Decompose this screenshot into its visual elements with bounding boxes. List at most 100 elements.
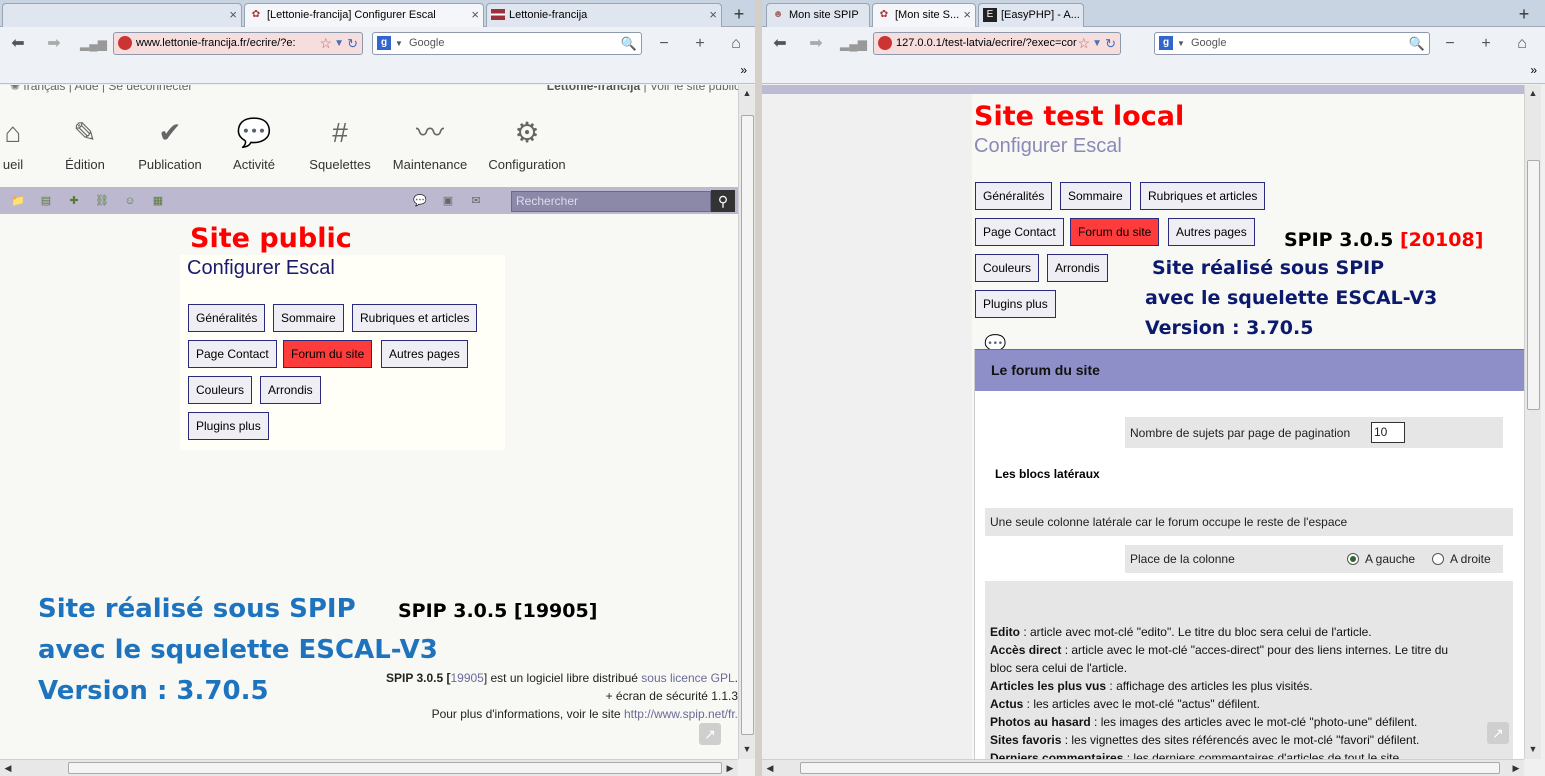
button-couleurs[interactable]: Couleurs [975, 254, 1040, 282]
gpl-link[interactable]: sous licence GPL [641, 671, 734, 685]
right-horizontal-scrollbar[interactable]: ◀ ▶ [762, 759, 1524, 776]
tab-easyphp[interactable]: E [EasyPHP] - A... [978, 3, 1084, 27]
scroll-down-icon[interactable]: ▼ [739, 741, 755, 757]
menu-activite[interactable]: 💬 Activité [224, 115, 284, 172]
scrollbar-thumb[interactable] [741, 115, 754, 735]
radio-checked-icon[interactable] [1347, 553, 1359, 565]
close-tab-icon[interactable]: × [709, 4, 717, 26]
minus-zoom-icon[interactable]: − [652, 33, 676, 55]
radio-right[interactable]: A droite [1432, 552, 1491, 566]
right-vertical-scrollbar[interactable]: ▲ ▼ [1524, 85, 1541, 759]
forum-icon[interactable]: 💬 [412, 193, 428, 209]
tab-blank[interactable]: × [2, 3, 242, 27]
search-icon[interactable]: 🔍 [621, 33, 637, 54]
engine-dropdown-icon[interactable]: ▼ [395, 33, 403, 54]
button-couleurs[interactable]: Couleurs [188, 376, 253, 404]
button-arrondis[interactable]: Arrondis [1047, 254, 1108, 282]
google-icon[interactable]: g [377, 36, 391, 50]
new-site-icon[interactable]: ▦ [150, 193, 166, 209]
share-icon[interactable]: ↗ [1487, 722, 1509, 744]
forward-arrow-icon[interactable]: ➡ [42, 33, 66, 55]
button-generalites[interactable]: Généralités [188, 304, 266, 332]
dropdown-arrow-icon[interactable]: ▼ [334, 33, 344, 54]
button-autres-pages[interactable]: Autres pages [1168, 218, 1255, 246]
calendar-icon[interactable]: ▣ [440, 193, 456, 209]
tab-mon-site-s[interactable]: ✿ [Mon site S... × [872, 3, 976, 28]
scroll-up-icon[interactable]: ▲ [739, 85, 755, 101]
close-tab-icon[interactable]: × [229, 4, 237, 26]
close-tab-icon[interactable]: × [963, 4, 971, 26]
chevron-more-icon[interactable]: » [740, 63, 747, 77]
bookmark-star-icon[interactable]: ☆ [1077, 33, 1090, 54]
menu-configuration[interactable]: ⚙ Configuration [482, 115, 572, 172]
button-sommaire[interactable]: Sommaire [273, 304, 344, 332]
menu-squelettes[interactable]: # Squelettes [302, 115, 378, 172]
scrollbar-thumb[interactable] [800, 762, 1500, 774]
site-identity-icon[interactable] [118, 36, 132, 50]
plus-zoom-icon[interactable]: + [1474, 33, 1498, 55]
forward-arrow-icon[interactable]: ➡ [804, 33, 828, 55]
button-generalites[interactable]: Généralités [975, 182, 1053, 210]
menu-maintenance[interactable]: 〰 Maintenance [386, 115, 474, 172]
button-rubriques-articles[interactable]: Rubriques et articles [1140, 182, 1266, 210]
tab-mon-site-spip[interactable]: ☻ Mon site SPIP [766, 3, 870, 27]
google-icon[interactable]: g [1159, 36, 1173, 50]
button-forum-du-site[interactable]: Forum du site [283, 340, 373, 368]
scrollbar-thumb[interactable] [68, 762, 722, 774]
close-tab-icon[interactable]: × [471, 4, 479, 26]
search-engine-box[interactable]: g ▼ Google 🔍 [372, 32, 642, 55]
pagination-input[interactable]: 10 [1371, 422, 1405, 443]
mail-icon[interactable]: ✉ [468, 193, 484, 209]
tab-lettonie-francija[interactable]: Lettonie-francija × [486, 3, 722, 27]
button-arrondis[interactable]: Arrondis [260, 376, 321, 404]
button-page-contact[interactable]: Page Contact [975, 218, 1064, 246]
share-icon[interactable]: ↗ [699, 723, 721, 745]
url-bar[interactable]: 127.0.0.1/test-latvia/ecrire/?exec=cor ☆… [873, 32, 1121, 55]
new-tab-button[interactable]: + [1510, 3, 1538, 25]
minus-zoom-icon[interactable]: − [1438, 33, 1462, 55]
vertical-scrollbar[interactable]: ▲ ▼ [738, 85, 755, 759]
scroll-right-icon[interactable]: ▶ [1508, 760, 1524, 776]
new-link-icon[interactable]: ⛓ [94, 193, 110, 209]
scroll-right-icon[interactable]: ▶ [722, 760, 738, 776]
tab-configurer-escal[interactable]: ✿ [Lettonie-francija] Configurer Escal × [244, 3, 484, 28]
new-breve-icon[interactable]: ✚ [66, 193, 82, 209]
home-icon[interactable]: ⌂ [1510, 33, 1534, 55]
new-tab-button[interactable]: + [725, 3, 753, 25]
button-plugins-plus[interactable]: Plugins plus [975, 290, 1056, 318]
new-rubrique-icon[interactable]: 📁 [10, 193, 26, 209]
engine-dropdown-icon[interactable]: ▼ [1177, 33, 1185, 54]
scroll-down-icon[interactable]: ▼ [1525, 741, 1541, 757]
back-arrow-icon[interactable]: ⬅ [6, 33, 30, 55]
reload-icon[interactable]: ↻ [347, 33, 358, 54]
radio-left[interactable]: A gauche [1347, 552, 1415, 566]
scrollbar-thumb[interactable] [1527, 160, 1540, 410]
home-icon[interactable]: ⌂ [724, 33, 748, 55]
button-rubriques-articles[interactable]: Rubriques et articles [352, 304, 478, 332]
search-icon[interactable]: 🔍 [1409, 33, 1425, 54]
spip-search-input[interactable]: Rechercher [511, 191, 711, 212]
button-autres-pages[interactable]: Autres pages [381, 340, 468, 368]
button-forum-du-site[interactable]: Forum du site [1070, 218, 1160, 246]
build-link[interactable]: 19905 [450, 671, 483, 685]
bookmark-star-icon[interactable]: ☆ [319, 33, 332, 54]
scroll-up-icon[interactable]: ▲ [1525, 85, 1541, 101]
button-page-contact[interactable]: Page Contact [188, 340, 277, 368]
site-identity-icon[interactable] [878, 36, 892, 50]
new-author-icon[interactable]: ☺ [122, 193, 138, 209]
reload-icon[interactable]: ↻ [1105, 33, 1116, 54]
button-sommaire[interactable]: Sommaire [1060, 182, 1131, 210]
back-arrow-icon[interactable]: ⬅ [768, 33, 792, 55]
url-bar[interactable]: www.lettonie-francija.fr/ecrire/?e: ☆ ▼ … [113, 32, 363, 55]
dropdown-arrow-icon[interactable]: ▼ [1092, 33, 1102, 54]
scroll-left-icon[interactable]: ◀ [0, 760, 16, 776]
spip-net-link[interactable]: http://www.spip.net/fr. [624, 707, 738, 721]
radio-unchecked-icon[interactable] [1432, 553, 1444, 565]
menu-edition[interactable]: ✎ Édition [55, 115, 115, 172]
chevron-more-icon[interactable]: » [1530, 63, 1537, 77]
new-article-icon[interactable]: ▤ [38, 193, 54, 209]
button-plugins-plus[interactable]: Plugins plus [188, 412, 269, 440]
menu-publication[interactable]: ✔ Publication [130, 115, 210, 172]
horizontal-scrollbar[interactable]: ◀ ▶ [0, 759, 738, 776]
scroll-left-icon[interactable]: ◀ [762, 760, 778, 776]
